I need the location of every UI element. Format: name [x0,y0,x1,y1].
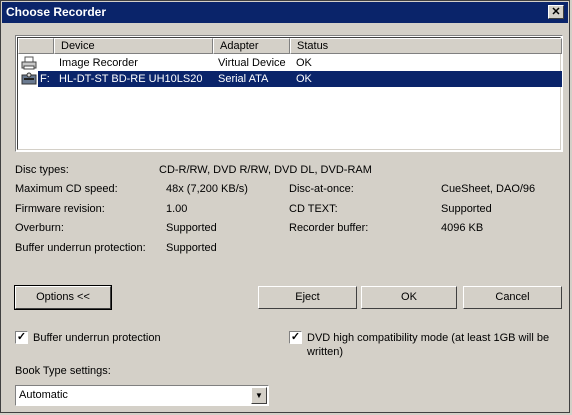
column-header-adapter[interactable]: Adapter [213,38,290,54]
dvd-compat-label-line2[interactable]: written) [307,346,343,358]
dvd-compat-checkbox[interactable]: ✓ [289,331,302,344]
disc-types-value: CD-R/RW, DVD R/RW, DVD DL, DVD-RAM [159,164,372,176]
drive-letter: F: [40,73,50,85]
buffer-underrun-checkbox-label[interactable]: Buffer underrun protection [33,332,161,344]
close-icon: ✕ [551,6,561,18]
check-icon: ✓ [290,331,301,343]
overburn-value: Supported [166,222,217,234]
disc-types-label: Disc types: [15,164,69,176]
firmware-label: Firmware revision: [15,203,105,215]
dvd-compat-label-line1[interactable]: DVD high compatibility mode (at least 1G… [307,332,549,344]
options-button[interactable]: Options << [14,285,112,310]
dao-label: Disc-at-once: [289,183,354,195]
eject-button[interactable]: Eject [258,286,357,309]
cd-text-value: Supported [441,203,492,215]
device-name: Image Recorder [59,57,138,69]
title-bar: Choose Recorder ✕ [2,2,568,23]
dialog-title: Choose Recorder [6,5,107,19]
book-type-dropdown[interactable]: Automatic ▼ [15,385,269,406]
device-name: HL-DT-ST BD-RE UH10LS20 [59,73,203,85]
list-header: Device Adapter Status [18,38,562,54]
recorder-buffer-label: Recorder buffer: [289,222,369,234]
buffer-underrun-checkbox[interactable]: ✓ [15,331,28,344]
max-speed-label: Maximum CD speed: [15,183,118,195]
printer-icon [21,56,37,70]
dropdown-arrow-icon[interactable]: ▼ [251,387,267,404]
device-status: OK [296,57,312,69]
buffer-protection-label: Buffer underrun protection: [15,242,146,254]
adapter-name: Virtual Device [218,57,286,69]
column-header-device[interactable]: Device [54,38,213,54]
close-button[interactable]: ✕ [548,5,564,19]
check-icon: ✓ [16,331,27,343]
list-item-selected[interactable]: F: HL-DT-ST BD-RE UH10LS20 Serial ATA OK [18,71,562,87]
column-header-icon[interactable] [18,38,54,54]
buffer-protection-value: Supported [166,242,217,254]
dao-value: CueSheet, DAO/96 [441,183,536,195]
ok-button[interactable]: OK [361,286,457,309]
choose-recorder-dialog: Choose Recorder ✕ Device Adapter Status … [0,0,570,413]
list-item[interactable]: Image Recorder Virtual Device OK [18,55,562,71]
recorder-list[interactable]: Device Adapter Status Image Recorder Vir… [15,35,563,152]
device-status: OK [296,73,312,85]
book-type-label: Book Type settings: [15,365,111,377]
max-speed-value: 48x (7,200 KB/s) [166,183,248,195]
cancel-button[interactable]: Cancel [463,286,562,309]
column-header-status[interactable]: Status [290,38,562,54]
cd-text-label: CD TEXT: [289,203,338,215]
adapter-name: Serial ATA [218,73,269,85]
overburn-label: Overburn: [15,222,64,234]
firmware-value: 1.00 [166,203,188,215]
recorder-buffer-value: 4096 KB [441,222,484,234]
book-type-value: Automatic [19,389,68,401]
optical-drive-icon [21,72,37,85]
